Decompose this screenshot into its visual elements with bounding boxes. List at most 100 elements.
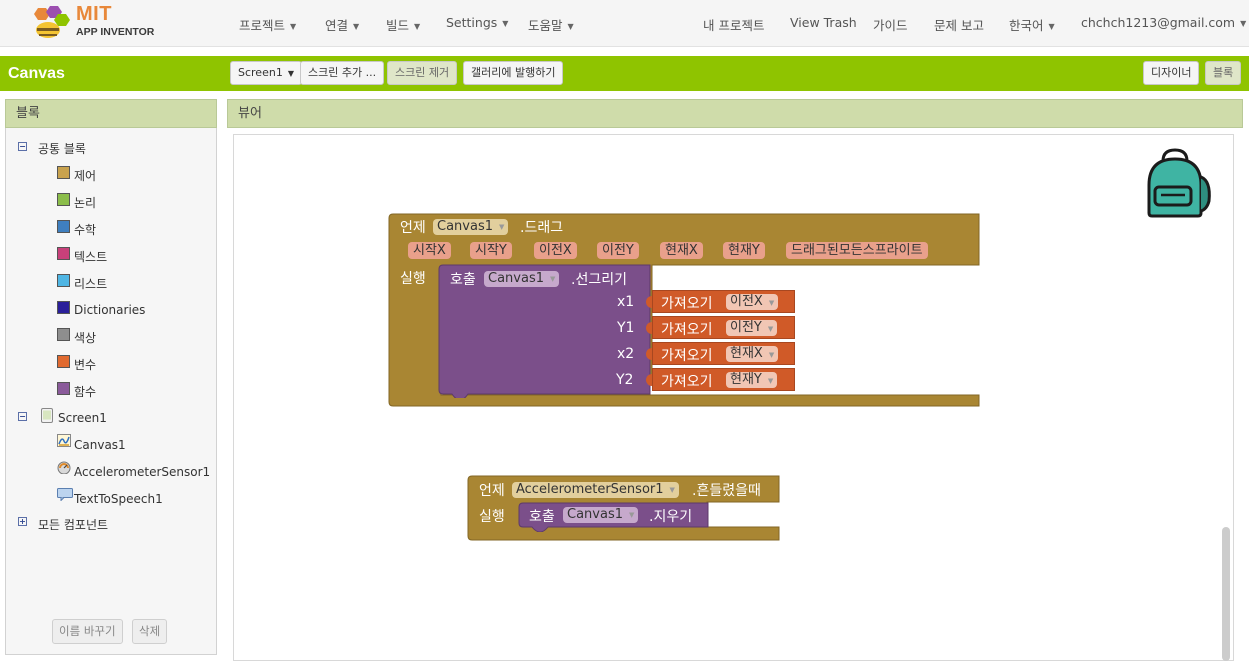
param-start-x[interactable]: 시작X <box>408 242 451 259</box>
control-color-icon <box>57 166 70 179</box>
text-color-icon <box>57 247 70 260</box>
param-prev-x[interactable]: 이전X <box>534 242 577 259</box>
logo-subtitle: APP INVENTOR <box>76 26 155 38</box>
canvas-icon <box>57 434 71 447</box>
app-inventor-logo-icon <box>34 6 70 38</box>
menu-settings[interactable]: Settings ▼ <box>446 15 508 30</box>
dictionaries-color-icon <box>57 301 70 314</box>
param-current-y[interactable]: 현재Y <box>723 242 765 259</box>
drawer-colors[interactable]: 색상 <box>74 329 96 346</box>
my-projects-link[interactable]: 내 프로젝트 <box>703 15 764 34</box>
drawer-procedures-label: 함수 <box>74 385 97 399</box>
get-current-x-dropdown[interactable]: 현재X ▼ <box>726 346 779 362</box>
component-texttospeech1[interactable]: TextToSpeech1 <box>74 492 163 506</box>
my-projects-label: 내 프로젝트 <box>703 18 765 33</box>
backpack-icon[interactable] <box>1141 147 1213 219</box>
drawer-colors-label: 색상 <box>74 331 97 345</box>
view-trash-link[interactable]: View Trash <box>790 15 857 30</box>
get-prev-x-dropdown[interactable]: 이전X ▼ <box>726 294 779 310</box>
remove-screen-button[interactable]: 스크린 제거 <box>387 61 458 85</box>
shake-component-dropdown[interactable]: AccelerometerSensor1 ▼ <box>512 482 679 498</box>
param-dragged-any-sprite[interactable]: 드래그된모든스프라이트 <box>786 242 928 259</box>
rename-button[interactable]: 이름 바꾸기 <box>52 619 123 644</box>
component-canvas1-label: Canvas1 <box>74 438 126 452</box>
component-accelerometersensor1-label: AccelerometerSensor1 <box>74 465 211 479</box>
any-component-node[interactable]: 모든 컴포넌트 <box>38 516 108 533</box>
language-label: 한국어 <box>1009 18 1044 33</box>
drawer-control[interactable]: 제어 <box>74 167 96 184</box>
menu-project[interactable]: 프로젝트 ▼ <box>239 15 296 34</box>
builtin-blocks-node[interactable]: 공통 블록 <box>38 140 86 157</box>
clear-component-dropdown[interactable]: Canvas1 ▼ <box>563 507 639 523</box>
menu-help[interactable]: 도움말 ▼ <box>528 15 574 34</box>
logo-title: MIT <box>76 3 112 25</box>
param-prev-y[interactable]: 이전Y <box>597 242 639 259</box>
get-prev-x-block[interactable]: 가져오기 이전X ▼ <box>652 290 795 313</box>
publish-gallery-button[interactable]: 갤러리에 발행하기 <box>463 61 564 85</box>
expand-toggle-icon[interactable]: + <box>18 517 27 526</box>
delete-button[interactable]: 삭제 <box>132 619 168 644</box>
drawer-logic[interactable]: 논리 <box>74 194 96 211</box>
rename-button-label: 이름 바꾸기 <box>59 624 116 638</box>
menu-build[interactable]: 빌드 ▼ <box>386 15 420 34</box>
get-label: 가져오기 <box>661 374 713 390</box>
param-current-x[interactable]: 현재X <box>660 242 703 259</box>
collapse-toggle-icon[interactable]: − <box>18 412 27 421</box>
math-color-icon <box>57 220 70 233</box>
any-component-label: 모든 컴포넌트 <box>38 518 109 532</box>
language-menu[interactable]: 한국어 ▼ <box>1009 15 1055 34</box>
get-prev-y-block[interactable]: 가져오기 이전Y ▼ <box>652 316 795 339</box>
screen-select[interactable]: Screen1 ▼ <box>230 61 302 85</box>
shake-when-label: 언제 <box>479 483 505 499</box>
guide-link[interactable]: 가이드 <box>873 15 908 34</box>
get-current-x-block[interactable]: 가져오기 현재X ▼ <box>652 342 795 365</box>
clear-method-label: .지우기 <box>649 509 693 525</box>
drawer-variables[interactable]: 변수 <box>74 356 96 373</box>
drag-component-value: Canvas1 <box>437 219 493 234</box>
workspace-scrollbar[interactable] <box>1222 527 1230 661</box>
blocks-button[interactable]: 블록 <box>1205 61 1242 85</box>
drag-component-dropdown[interactable]: Canvas1 ▼ <box>433 219 509 235</box>
drawer-math[interactable]: 수학 <box>74 221 96 238</box>
drawer-lists-label: 리스트 <box>74 277 108 291</box>
drawer-procedures[interactable]: 함수 <box>74 383 96 400</box>
screen1-node[interactable]: Screen1 <box>58 411 107 425</box>
account-menu[interactable]: chchch1213@gmail.com ▼ <box>1081 15 1246 30</box>
collapse-toggle-icon[interactable]: − <box>18 142 27 151</box>
delete-button-label: 삭제 <box>139 624 161 638</box>
drawline-component-value: Canvas1 <box>488 271 544 286</box>
menu-connect[interactable]: 연결 ▼ <box>325 15 359 34</box>
add-screen-button[interactable]: 스크린 추가 ... <box>300 61 385 85</box>
drawer-text[interactable]: 텍스트 <box>74 248 107 265</box>
drawline-component-dropdown[interactable]: Canvas1 ▼ <box>484 271 560 287</box>
report-issue-link[interactable]: 문제 보고 <box>934 15 984 34</box>
text-to-speech-icon <box>57 488 73 501</box>
get-prev-y-dropdown[interactable]: 이전Y ▼ <box>726 320 778 336</box>
get-current-y-dropdown[interactable]: 현재Y ▼ <box>726 372 778 388</box>
chevron-down-icon: ▼ <box>669 486 675 494</box>
drawline-method-label: .선그리기 <box>571 272 627 288</box>
component-canvas1[interactable]: Canvas1 <box>74 438 126 452</box>
chevron-down-icon: ▼ <box>629 511 635 519</box>
screen1-label: Screen1 <box>58 411 107 425</box>
variables-color-icon <box>57 355 70 368</box>
clear-component-value: Canvas1 <box>567 507 623 522</box>
chevron-down-icon: ▼ <box>567 22 574 31</box>
chevron-down-icon: ▼ <box>499 223 505 231</box>
logic-color-icon <box>57 193 70 206</box>
screen-select-value: Screen1 <box>238 66 283 79</box>
drag-event-label: .드래그 <box>520 220 564 236</box>
drawer-lists[interactable]: 리스트 <box>74 275 107 292</box>
get-current-y-block[interactable]: 가져오기 현재Y ▼ <box>652 368 795 391</box>
clear-call-label: 호출 <box>529 509 555 525</box>
app-inventor-logo[interactable]: MIT APP INVENTOR <box>28 3 158 42</box>
chevron-down-icon: ▼ <box>287 69 294 78</box>
drawer-math-label: 수학 <box>74 223 97 237</box>
shake-component-value: AccelerometerSensor1 <box>516 482 664 497</box>
component-accelerometersensor1[interactable]: AccelerometerSensor1 <box>74 465 210 479</box>
drawer-dictionaries[interactable]: Dictionaries <box>74 303 145 317</box>
procedures-color-icon <box>57 382 70 395</box>
chevron-down-icon: ▼ <box>290 22 297 31</box>
param-start-y[interactable]: 시작Y <box>470 242 512 259</box>
designer-button[interactable]: 디자이너 <box>1143 61 1200 85</box>
